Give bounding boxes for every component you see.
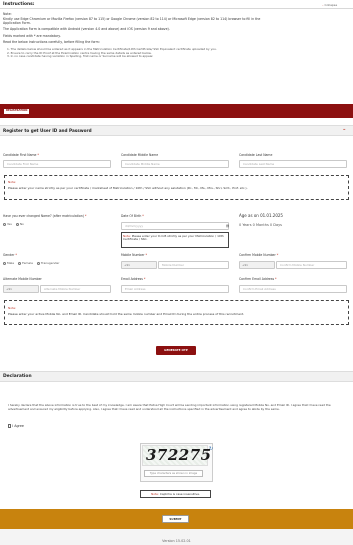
radio-female[interactable]: Female xyxy=(18,261,33,265)
age-title: Age as on 01.01.2025 xyxy=(239,213,283,218)
alt-mobile-prefix: +91 xyxy=(3,285,39,293)
name-changed-options: Yes No xyxy=(3,222,27,226)
dob-input[interactable]: dd/mm/yyyy xyxy=(121,222,229,230)
instructions-line: Fields marked with * are mandatory. xyxy=(3,33,61,38)
mobile-prefix: +91 xyxy=(121,261,157,269)
email-label: Email Address * xyxy=(121,277,146,281)
refresh-icon[interactable]: ↻ xyxy=(209,446,213,452)
instructions-header xyxy=(0,0,353,9)
instructions-line: Application Form. xyxy=(3,20,31,25)
last-name-input[interactable]: Candidate Last Name xyxy=(239,160,347,168)
agree-label: I Agree xyxy=(12,424,24,428)
last-name-label: Candidate Last Name xyxy=(239,153,273,157)
confirm-mobile-input[interactable]: Confirm Mobile Number xyxy=(276,261,347,269)
name-note-title: Note: xyxy=(8,180,17,184)
calendar-icon[interactable]: ▤ xyxy=(226,224,229,228)
checkbox-icon[interactable] xyxy=(8,424,12,428)
contact-note-text: Please enter your active Mobile No. and … xyxy=(8,311,245,316)
middle-name-input[interactable]: Candidate Middle Name xyxy=(121,160,229,168)
instructions-line: Read the below instructions carefully, b… xyxy=(3,40,100,44)
radio-transgender[interactable]: Transgender xyxy=(36,261,59,265)
instructions-note-label: Note: xyxy=(3,12,12,16)
declaration-text: I hereby declare that the above informat… xyxy=(8,403,331,411)
name-note-text: Please enter your name strictly as per y… xyxy=(8,185,248,190)
registration-bar xyxy=(0,104,353,118)
radio-yes[interactable]: Yes xyxy=(3,222,12,226)
collapse-instructions-button[interactable]: – Collapse xyxy=(322,3,337,7)
declaration-header xyxy=(0,371,353,382)
first-name-input[interactable]: Candidate First Name xyxy=(3,160,111,168)
mobile-input[interactable]: Mobile Number xyxy=(158,261,229,269)
captcha-note: Note: Captcha is case insensitive. xyxy=(140,490,211,498)
captcha-input[interactable]: Type characters as shown in image xyxy=(144,470,203,477)
confirm-email-label: Confirm Email Address * xyxy=(239,277,277,281)
registration-badge: REGISTRATION xyxy=(4,109,30,114)
submit-button[interactable]: SUBMIT xyxy=(162,514,189,523)
age-value: 0 Years 0 Months 0 Days xyxy=(239,223,283,227)
confirm-mobile-label: Confirm Mobile Number * xyxy=(239,253,279,257)
contact-note-title: Note: xyxy=(8,306,17,310)
instructions-line: Kindly use Edge Chromium or Mozilla Fire… xyxy=(3,16,261,21)
gender-label: Gender * xyxy=(3,253,17,257)
instructions-line: The Application Form is compatible with … xyxy=(3,27,170,31)
confirm-mobile-prefix: +91 xyxy=(239,261,275,269)
version-text: Version 15.02.01 xyxy=(162,539,191,543)
radio-no[interactable]: No xyxy=(15,222,24,226)
register-section-title: Register to get User ID and Password xyxy=(3,128,92,133)
radio-male[interactable]: Male xyxy=(3,261,14,265)
collapse-label: Collapse xyxy=(324,2,338,7)
alt-mobile-label: Alternate Mobile Number xyxy=(3,277,42,281)
generate-otp-button[interactable]: GENERATE OTP xyxy=(156,346,196,355)
middle-name-label: Candidate Middle Name xyxy=(121,153,159,157)
minus-icon[interactable]: – xyxy=(343,127,346,133)
alt-mobile-input[interactable]: Alternate Mobile Number xyxy=(40,285,111,293)
dob-label: Date Of Birth * xyxy=(121,214,144,218)
instructions-title: Instructions: xyxy=(3,1,35,7)
email-input[interactable]: Email Address xyxy=(121,285,229,293)
captcha-text: 372275 xyxy=(146,446,212,464)
mobile-label: Mobile Number * xyxy=(121,253,148,257)
confirm-email-input[interactable]: Confirm Email Address xyxy=(239,285,347,293)
first-name-label: Candidate First Name * xyxy=(3,153,39,157)
dob-note: Note: Please enter your D.O.B strictly a… xyxy=(123,233,224,242)
declaration-title: Declaration xyxy=(3,374,32,379)
instructions-list-item: 3. In no case candidate having variation… xyxy=(7,54,154,58)
agree-checkbox[interactable]: I Agree xyxy=(8,424,24,428)
gender-options: Male Female Transgender xyxy=(3,261,62,265)
name-changed-label: Have you ever changed Name? (after matri… xyxy=(3,214,87,218)
